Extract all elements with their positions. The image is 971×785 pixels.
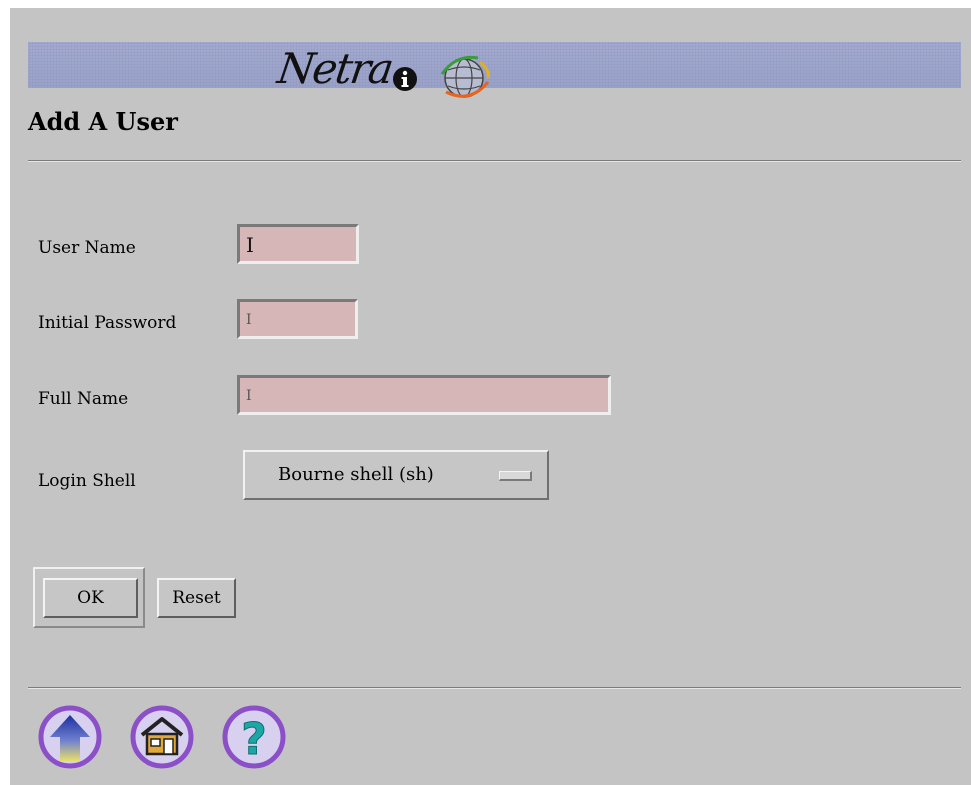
up-arrow-icon[interactable] [38,705,102,769]
user-name-label: User Name [38,238,136,258]
reset-button[interactable]: Reset [157,578,236,618]
full-name-input[interactable]: I [237,375,611,415]
initial-password-input[interactable]: I [237,299,358,339]
globe-icon [440,55,490,98]
login-shell-selected-value: Bourne shell (sh) [278,464,434,485]
svg-text:?: ? [241,714,267,765]
login-shell-label: Login Shell [38,471,136,491]
full-name-label: Full Name [38,389,129,409]
help-icon[interactable]: ? [222,705,286,769]
user-name-input[interactable]: I [237,224,359,264]
login-shell-select[interactable]: Bourne shell (sh) [243,450,549,500]
top-divider [28,160,961,162]
page-title: Add A User [28,107,178,136]
brand-logo: Netra [274,38,538,108]
text-cursor-icon: I [246,388,252,404]
ok-button[interactable]: OK [43,578,138,618]
text-cursor-icon: I [246,233,254,257]
text-cursor-icon: I [246,312,252,328]
bottom-divider [28,687,961,689]
info-icon [393,67,417,91]
brand-name: Netra [274,44,396,93]
option-menu-indicator-icon [499,471,532,481]
home-icon[interactable] [130,705,194,769]
initial-password-label: Initial Password [38,313,177,333]
